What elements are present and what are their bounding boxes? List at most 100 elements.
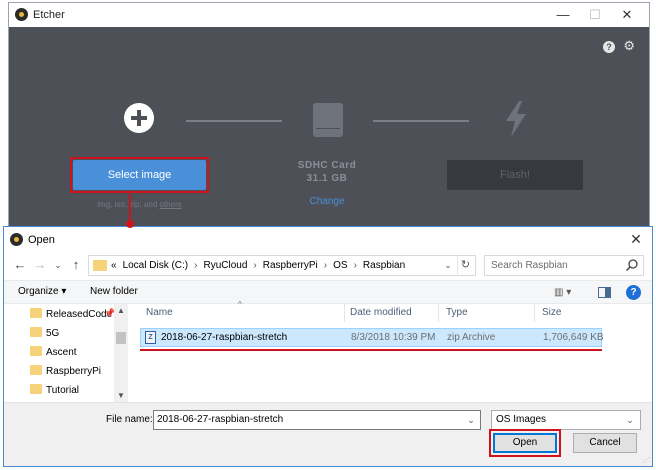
dialog-toolbar: Organize ▾ New folder ▥ ▾ ?: [4, 280, 652, 304]
column-header-size[interactable]: Size: [542, 304, 561, 322]
nav-item-tutorial[interactable]: Tutorial: [30, 382, 79, 400]
change-view-icon[interactable]: ▥ ▾: [554, 285, 580, 300]
nav-item-releasedcode[interactable]: ReleasedCode: [30, 306, 112, 324]
breadcrumb-overflow[interactable]: «: [111, 256, 117, 275]
cancel-button[interactable]: Cancel: [573, 433, 637, 453]
breadcrumb-separator[interactable]: ›: [354, 256, 357, 275]
address-bar[interactable]: « Local Disk (C:) › RyuCloud › Raspberry…: [88, 255, 476, 276]
file-name-label: File name:: [106, 414, 153, 425]
breadcrumb: « Local Disk (C:) › RyuCloud › Raspberry…: [111, 256, 405, 275]
folder-icon: [30, 308, 42, 318]
breadcrumb-separator[interactable]: ›: [194, 256, 197, 275]
refresh-icon[interactable]: ↻: [457, 256, 473, 275]
forward-arrow-icon[interactable]: →: [32, 257, 48, 273]
up-arrow-icon[interactable]: ↑: [68, 257, 84, 273]
etcher-body: ? ⚙ Select image img, iso, zip, and othe…: [9, 27, 649, 233]
help-icon[interactable]: ?: [603, 41, 615, 53]
screenshot-root: Etcher — ☐ ✕ ? ⚙ Select image img, iso, …: [0, 0, 656, 470]
open-button[interactable]: Open: [493, 433, 557, 453]
file-type-dropdown-icon[interactable]: ⌄: [624, 411, 636, 429]
supported-formats-others-link[interactable]: others: [160, 200, 182, 209]
scroll-up-arrow-icon[interactable]: ▲: [114, 306, 128, 315]
etcher-window: Etcher — ☐ ✕ ? ⚙ Select image img, iso, …: [8, 2, 650, 234]
breadcrumb-item[interactable]: OS: [333, 256, 347, 275]
breadcrumb-separator[interactable]: ›: [253, 256, 256, 275]
breadcrumb-item[interactable]: RyuCloud: [203, 256, 247, 275]
nav-item-5g[interactable]: 5G: [30, 325, 59, 343]
new-folder-button[interactable]: New folder: [90, 286, 138, 297]
flash-bolt-icon: [506, 101, 526, 137]
drive-name: SDHC Card: [297, 160, 357, 171]
nav-item-label: 5G: [46, 328, 60, 339]
search-icon[interactable]: [625, 258, 639, 272]
nav-item-raspberrypi[interactable]: RaspberryPi: [30, 363, 101, 381]
folder-icon: [30, 327, 42, 337]
column-divider: [534, 304, 535, 322]
breadcrumb-item[interactable]: Raspbian: [363, 256, 405, 275]
column-header-name[interactable]: Name: [146, 304, 173, 322]
back-arrow-icon[interactable]: ←: [12, 257, 28, 273]
open-file-dialog: Open ✕ ← → ⌄ ↑ « Local Disk (C:) › RyuCl…: [3, 226, 653, 467]
drive-size: 31.1 GB: [306, 173, 348, 184]
file-size-cell: 1,706,649 KB: [543, 332, 604, 343]
annotation-underline: [140, 349, 602, 351]
file-name-cell: 2018-06-27-raspbian-stretch: [161, 332, 288, 343]
window-title: Etcher: [33, 9, 65, 21]
supported-formats: img, iso, zip, and others: [70, 200, 209, 209]
file-row-selected[interactable]: Z 2018-06-27-raspbian-stretch 8/3/2018 1…: [140, 328, 604, 347]
organize-menu-button[interactable]: Organize ▾: [18, 286, 66, 297]
folder-icon: [30, 346, 42, 356]
breadcrumb-item[interactable]: RaspberryPi: [263, 256, 318, 275]
step-connector-line: [186, 120, 282, 122]
select-image-button[interactable]: Select image: [73, 160, 206, 190]
change-drive-link[interactable]: Change: [279, 196, 375, 207]
add-image-icon: [124, 103, 154, 133]
search-placeholder: Search Raspbian: [491, 260, 568, 271]
nav-item-label: ReleasedCode: [46, 309, 113, 320]
file-list: ^ Name Date modified Type Size Z 2018-06…: [134, 300, 604, 402]
column-header-type[interactable]: Type: [446, 304, 468, 322]
step-connector-line: [373, 120, 469, 122]
minimize-button[interactable]: —: [549, 6, 577, 24]
address-dropdown-icon[interactable]: ⌄: [441, 256, 455, 275]
drive-icon: [313, 103, 343, 137]
maximize-button[interactable]: ☐: [581, 6, 609, 24]
nav-item-label: Ascent: [46, 347, 77, 358]
file-name-input[interactable]: 2018-06-27-raspbian-stretch ⌄: [153, 410, 481, 430]
column-divider: [344, 304, 345, 322]
file-type-cell: zip Archive: [447, 332, 496, 343]
flash-button[interactable]: Flash!: [447, 160, 583, 190]
file-type-value: OS Images: [496, 414, 547, 425]
file-type-select[interactable]: OS Images ⌄: [491, 410, 641, 430]
etcher-logo-icon: [10, 233, 23, 246]
folder-icon: [30, 365, 42, 375]
scroll-down-arrow-icon[interactable]: ▼: [114, 391, 128, 400]
sort-indicator-icon: ^: [238, 300, 242, 309]
search-input[interactable]: Search Raspbian: [484, 255, 644, 276]
nav-item-label: Tutorial: [46, 385, 79, 396]
settings-gear-icon[interactable]: ⚙: [623, 38, 635, 54]
dialog-close-button[interactable]: ✕: [624, 229, 648, 249]
preview-pane-icon[interactable]: [598, 287, 611, 298]
column-divider: [438, 304, 439, 322]
folder-icon: [93, 260, 107, 271]
close-button[interactable]: ✕: [613, 6, 641, 24]
breadcrumb-item[interactable]: Local Disk (C:): [123, 256, 189, 275]
file-name-value: 2018-06-27-raspbian-stretch: [157, 414, 284, 425]
nav-item-label: RaspberryPi: [46, 366, 102, 377]
navigation-pane: ReleasedCode 📌 5G Ascent RaspberryPi Tut…: [4, 304, 130, 402]
nav-item-ascent[interactable]: Ascent: [30, 344, 77, 362]
scrollbar-thumb[interactable]: [116, 332, 126, 344]
folder-icon: [30, 384, 42, 394]
help-icon[interactable]: ?: [626, 285, 641, 300]
recent-locations-chevron-icon[interactable]: ⌄: [52, 257, 64, 273]
dialog-title: Open: [28, 234, 55, 246]
annotation-dot: [126, 220, 134, 228]
column-header-date-modified[interactable]: Date modified: [350, 304, 412, 322]
breadcrumb-separator[interactable]: ›: [324, 256, 327, 275]
resize-grip-icon[interactable]: ⋰: [643, 456, 650, 464]
dialog-titlebar: Open ✕: [4, 227, 652, 251]
file-name-dropdown-icon[interactable]: ⌄: [464, 411, 478, 429]
etcher-titlebar: Etcher — ☐ ✕: [9, 3, 649, 27]
nav-pane-scrollbar[interactable]: ▲ ▼: [114, 304, 128, 402]
